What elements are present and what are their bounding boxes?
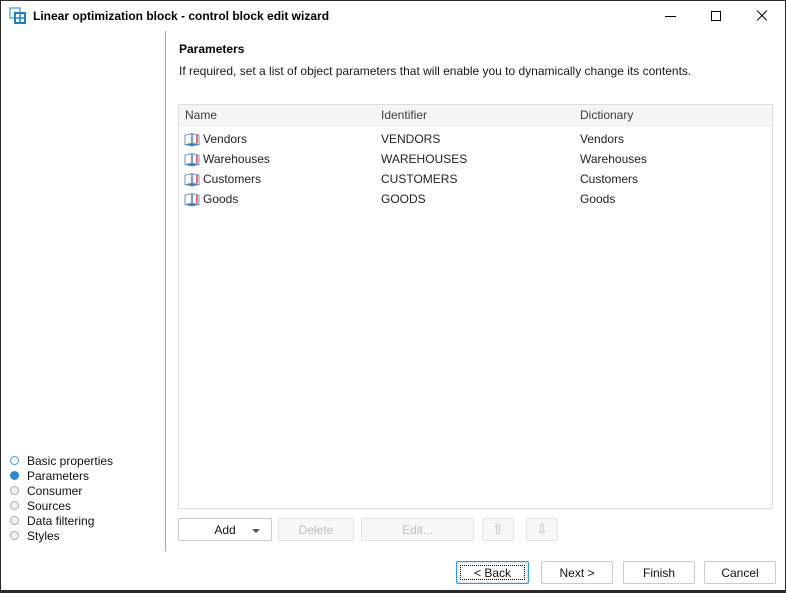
- dictionary-book-icon: [184, 172, 200, 187]
- add-button[interactable]: Add: [178, 518, 272, 541]
- step-sources[interactable]: Sources: [10, 498, 71, 513]
- table-header: Name Identifier Dictionary: [179, 105, 772, 126]
- dictionary-book-icon: [184, 132, 200, 147]
- page-title: Parameters: [179, 42, 244, 56]
- param-identifier: GOODS: [375, 192, 574, 206]
- move-up-button[interactable]: ⇧: [482, 518, 514, 541]
- cancel-button[interactable]: Cancel: [704, 561, 776, 584]
- table-body: Vendors VENDORS Vendors Warehouses WAREH…: [179, 126, 772, 209]
- step-bullet-visited-icon: [10, 456, 19, 465]
- add-dropdown-caret-icon: [252, 529, 260, 533]
- param-identifier: WAREHOUSES: [375, 152, 574, 166]
- param-dictionary: Vendors: [574, 132, 772, 146]
- title-bar: Linear optimization block - control bloc…: [1, 1, 785, 31]
- step-styles[interactable]: Styles: [10, 528, 60, 543]
- page-description: If required, set a list of object parame…: [179, 64, 691, 78]
- maximize-button[interactable]: [693, 1, 739, 31]
- close-button[interactable]: [739, 1, 785, 31]
- close-icon: [756, 10, 768, 22]
- arrow-up-icon: ⇧: [492, 521, 504, 538]
- app-icon: [9, 7, 27, 25]
- sidebar-separator: [165, 31, 166, 551]
- param-name: Customers: [203, 172, 261, 186]
- arrow-down-icon: ⇩: [536, 521, 548, 538]
- table-row[interactable]: Warehouses WAREHOUSES Warehouses: [179, 149, 772, 169]
- step-bullet-current-icon: [10, 471, 19, 480]
- window-controls: [647, 1, 785, 31]
- maximize-icon: [711, 11, 721, 21]
- minimize-icon: [665, 16, 676, 17]
- wizard-dialog: Linear optimization block - control bloc…: [0, 0, 786, 593]
- edit-button[interactable]: Edit...: [361, 518, 474, 541]
- param-identifier: CUSTOMERS: [375, 172, 574, 186]
- step-bullet-icon: [10, 486, 19, 495]
- dictionary-book-icon: [184, 192, 200, 207]
- step-basic-properties[interactable]: Basic properties: [10, 453, 113, 468]
- param-dictionary: Goods: [574, 192, 772, 206]
- param-name: Warehouses: [203, 152, 270, 166]
- next-button[interactable]: Next >: [541, 561, 613, 584]
- delete-button[interactable]: Delete: [278, 518, 354, 541]
- table-row[interactable]: Goods GOODS Goods: [179, 189, 772, 209]
- param-dictionary: Customers: [574, 172, 772, 186]
- table-row[interactable]: Vendors VENDORS Vendors: [179, 129, 772, 149]
- dictionary-book-icon: [184, 152, 200, 167]
- param-dictionary: Warehouses: [574, 152, 772, 166]
- column-header-dictionary[interactable]: Dictionary: [574, 108, 772, 122]
- window-title: Linear optimization block - control bloc…: [33, 9, 329, 23]
- move-down-button[interactable]: ⇩: [526, 518, 558, 541]
- column-header-name[interactable]: Name: [179, 108, 375, 122]
- step-parameters[interactable]: Parameters: [10, 468, 89, 483]
- param-identifier: VENDORS: [375, 132, 574, 146]
- step-bullet-icon: [10, 501, 19, 510]
- param-name: Goods: [203, 192, 238, 206]
- column-header-identifier[interactable]: Identifier: [375, 108, 574, 122]
- back-button[interactable]: < Back: [456, 561, 529, 584]
- step-data-filtering[interactable]: Data filtering: [10, 513, 94, 528]
- param-name: Vendors: [203, 132, 247, 146]
- minimize-button[interactable]: [647, 1, 693, 31]
- step-bullet-icon: [10, 531, 19, 540]
- parameters-table: Name Identifier Dictionary Vendors VENDO…: [178, 104, 773, 509]
- finish-button[interactable]: Finish: [623, 561, 695, 584]
- step-bullet-icon: [10, 516, 19, 525]
- step-consumer[interactable]: Consumer: [10, 483, 82, 498]
- table-row[interactable]: Customers CUSTOMERS Customers: [179, 169, 772, 189]
